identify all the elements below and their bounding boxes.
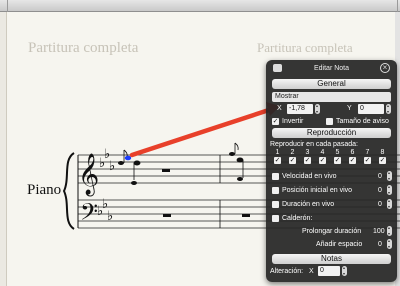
y-offset-field[interactable]: 0 [358,104,384,114]
live-velocity-stepper[interactable] [387,171,392,181]
warning-size-checkbox[interactable] [326,118,333,125]
invert-label: Invertir [282,118,304,125]
grand-staff-brace [62,152,75,230]
note-head [133,160,141,166]
voice-checkbox[interactable]: ✓ [289,157,296,164]
voice-number: 2 [290,149,295,156]
grace-note-head [229,152,235,156]
show-select[interactable]: Mostrar [272,92,391,102]
live-velocity-checkbox[interactable] [272,173,279,180]
grace-note-flag [234,142,239,151]
panel-title: Editar Nota [313,65,350,72]
close-icon[interactable]: × [380,63,390,73]
voice-number: 8 [380,149,385,156]
alteration-label: Alteración: [270,268,304,275]
extend-duration-label: Prolongar duración [302,228,362,235]
live-duration-value: 0 [378,201,382,208]
alteration-x-field[interactable]: 0 [318,266,340,276]
half-rest [242,214,250,217]
live-start-value: 0 [378,187,382,194]
warning-size-label: Tamaño de aviso [336,118,389,125]
alteration-x-label: X [309,268,314,275]
add-space-value: 0 [378,241,382,248]
voice-checkbox[interactable]: ✓ [364,157,371,164]
x-label: X [277,105,282,112]
x-offset-stepper[interactable] [315,104,320,114]
annotation-arrow [129,106,275,158]
y-offset-stepper[interactable] [386,104,391,114]
voice-number: 6 [350,149,355,156]
voice-number: 4 [320,149,325,156]
treble-clef: 𝄞 [78,153,99,196]
live-velocity-value: 0 [378,173,382,180]
svg-text:♭: ♭ [107,209,113,224]
voice-checkbox[interactable]: ✓ [319,157,326,164]
voice-checkbox[interactable]: ✓ [379,157,386,164]
section-general[interactable]: General [272,79,391,89]
play-each-pass-label: Reproducir en cada pasada: [270,141,358,148]
note-head [236,157,244,163]
live-start-checkbox[interactable] [272,187,279,194]
fermata-checkbox[interactable] [272,215,279,222]
voice-checkbox[interactable]: ✓ [349,157,356,164]
fermata-label: Calderón: [282,215,313,222]
voice-number: 1 [275,149,280,156]
add-space-stepper[interactable] [387,239,392,249]
svg-text:♭: ♭ [109,159,115,174]
add-space-label: Añadir espacio [316,241,363,248]
live-start-label: Posición inicial en vivo [282,187,353,194]
section-notes[interactable]: Notas [272,254,391,264]
alteration-x-stepper[interactable] [342,266,347,276]
live-duration-label: Duración en vivo [282,201,335,208]
live-start-stepper[interactable] [387,185,392,195]
voice-number: 5 [335,149,340,156]
note-head [237,177,243,181]
x-offset-field[interactable]: -1,78 [287,104,313,114]
voice-checkbox[interactable]: ✓ [334,157,341,164]
voice-number: 3 [305,149,310,156]
edit-note-panel: Editar Nota × General Mostrar X -1,78 Y … [266,60,397,282]
voice-number: 7 [365,149,370,156]
note-head [131,181,137,185]
invert-checkbox[interactable]: ✓ [272,118,279,125]
extend-duration-value: 100 [373,228,385,235]
half-rest [162,169,170,172]
voice-checkbox[interactable]: ✓ [274,157,281,164]
live-velocity-label: Velocidad en vivo [282,173,337,180]
section-playback[interactable]: Reproducción [272,128,391,138]
bass-clef: 𝄢 [80,198,98,231]
voice-checkbox[interactable]: ✓ [304,157,311,164]
half-rest [163,214,171,217]
grace-note-head [118,161,124,165]
extend-duration-stepper[interactable] [387,226,392,236]
key-signature-flats: ♭♭♭ ♭♭♭ [97,147,115,224]
live-duration-stepper[interactable] [387,199,392,209]
live-duration-checkbox[interactable] [272,201,279,208]
y-label: Y [347,105,352,112]
